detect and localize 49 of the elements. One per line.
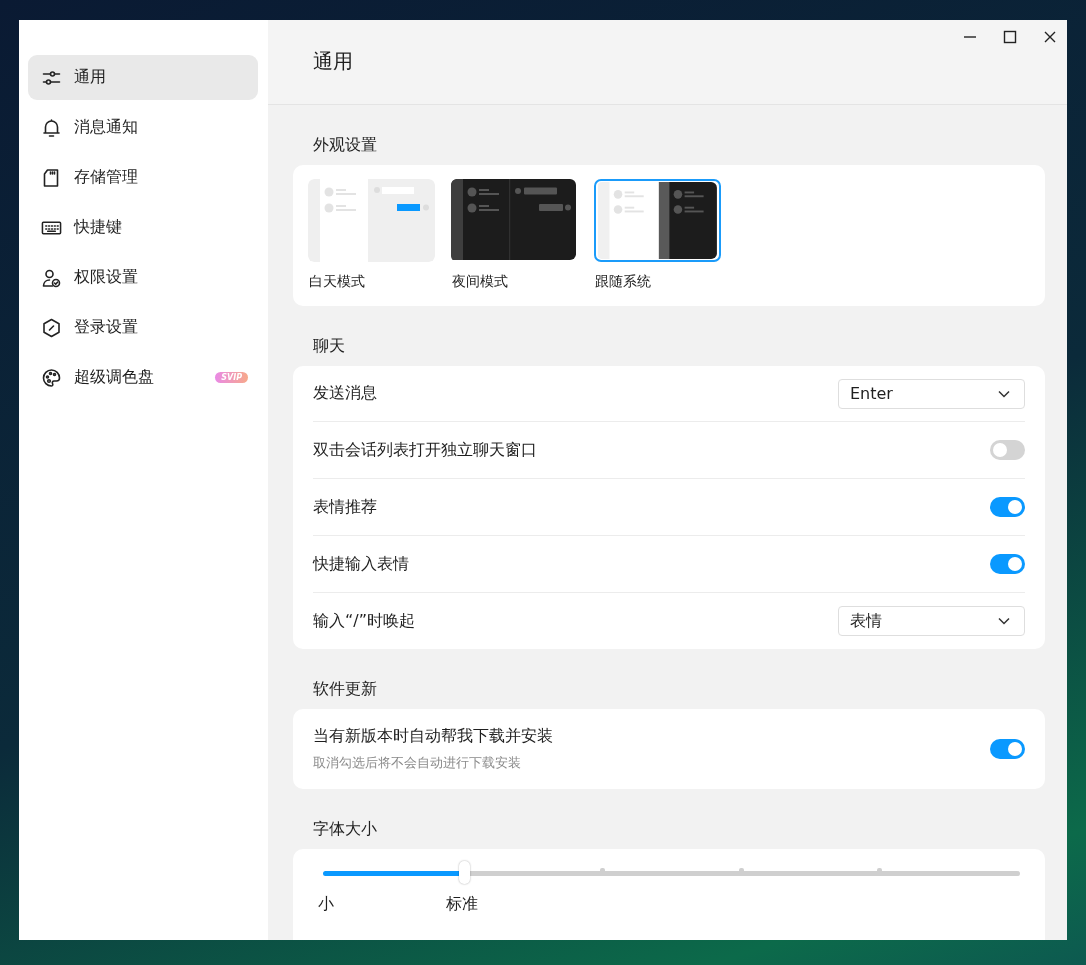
slider-handle[interactable]	[458, 861, 470, 884]
sidebar-item[interactable]: 通用	[28, 55, 258, 100]
sidebar-item-label: 登录设置	[74, 317, 139, 338]
sidebar-item-label: 存储管理	[74, 167, 139, 188]
section-title: 字体大小	[312, 818, 378, 840]
setting-label: 发送消息	[313, 383, 377, 404]
sidebar-item[interactable]: 登录设置	[28, 305, 258, 350]
bell-icon	[41, 117, 62, 138]
slider-label: 标准	[446, 894, 479, 915]
hexagon-icon	[41, 317, 62, 338]
theme-label: 夜间模式	[451, 273, 509, 291]
sidebar-item-label: 消息通知	[74, 117, 139, 138]
dropdown[interactable]: Enter	[838, 378, 1025, 409]
theme-preview[interactable]	[451, 179, 578, 262]
sidebar-item-label: 权限设置	[74, 267, 139, 288]
sidebar-item-label: 超级调色盘	[74, 367, 155, 388]
setting-label: 双击会话列表打开独立聊天窗口	[313, 439, 537, 461]
sidebar-item[interactable]: 超级调色盘 SVIP	[28, 355, 258, 400]
setting-description: 取消勾选后将不会自动进行下载安装	[313, 754, 522, 772]
caret-icon	[998, 389, 1010, 398]
dropdown[interactable]: 表情	[838, 606, 1025, 636]
toggle-switch[interactable]	[990, 554, 1025, 574]
theme-label: 跟随系统	[594, 273, 652, 291]
toggle-switch[interactable]	[990, 497, 1025, 517]
toggle-switch[interactable]	[990, 440, 1025, 460]
user-shield-icon	[41, 267, 62, 288]
sidebar-item-label: 通用	[74, 67, 107, 88]
slider-label: 小	[318, 894, 335, 915]
sidebar-item[interactable]: 存储管理	[28, 155, 258, 200]
close-icon[interactable]	[1043, 30, 1057, 44]
section-title: 软件更新	[312, 678, 378, 700]
sidebar-item-label: 快捷键	[74, 217, 123, 238]
palette-icon	[41, 367, 62, 388]
sidebar-item[interactable]: 消息通知	[28, 105, 258, 150]
setting-label: 快捷输入表情	[313, 553, 409, 575]
sidebar-item[interactable]: 权限设置	[28, 255, 258, 300]
setting-label: 表情推荐	[313, 496, 377, 518]
maximize-icon[interactable]	[1003, 30, 1017, 44]
theme-preview[interactable]	[594, 179, 721, 262]
section-title: 外观设置	[312, 134, 378, 156]
badge: SVIP	[215, 372, 248, 383]
section-title: 聊天	[312, 335, 346, 357]
setting-label: 输入“/”时唤起	[313, 610, 415, 632]
theme-label: 白天模式	[308, 273, 366, 291]
setting-label: 当有新版本时自动帮我下载并安装	[313, 726, 553, 747]
sidebar-item[interactable]: 快捷键	[28, 205, 258, 250]
toggle-switch[interactable]	[990, 739, 1025, 759]
caret-icon	[998, 617, 1010, 625]
page-title: 通用	[313, 48, 353, 75]
